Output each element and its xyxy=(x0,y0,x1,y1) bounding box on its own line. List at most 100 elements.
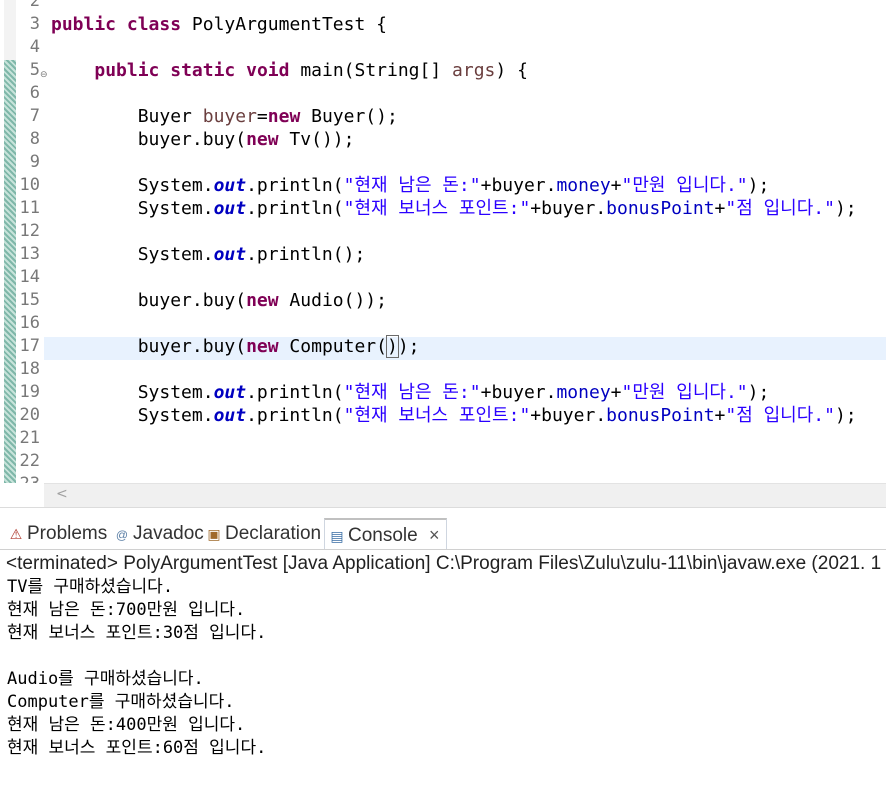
field: money xyxy=(556,382,611,403)
code-text: System. xyxy=(137,405,214,426)
string-literal: "만원 입니다." xyxy=(621,175,748,196)
code-area[interactable]: public class PolyArgumentTest { public s… xyxy=(51,0,886,427)
field: money xyxy=(556,175,611,196)
horizontal-scrollbar[interactable]: < xyxy=(44,483,886,508)
problems-icon: ⚠ xyxy=(9,526,23,542)
code-text: System. xyxy=(137,244,214,265)
code-text: buyer.buy( xyxy=(137,290,247,311)
code-text: ); xyxy=(834,198,857,219)
code-line: System.out.println("현재 보너스 포인트:"+buyer.b… xyxy=(51,404,886,427)
line-number: 14 xyxy=(19,267,40,287)
tab-declaration[interactable]: ▣ Declaration xyxy=(206,519,321,549)
keyword: static xyxy=(170,60,236,81)
tab-javadoc[interactable]: @ Javadoc xyxy=(114,519,204,549)
keyword: new xyxy=(246,129,279,150)
keyword: class xyxy=(126,14,182,35)
code-line: buyer.buy(new Audio()); xyxy=(51,289,886,312)
console-line: Computer를 구매하셨습니다. xyxy=(7,692,235,712)
tab-label: Problems xyxy=(27,523,108,544)
code-line: buyer.buy(new Computer()); xyxy=(51,335,886,358)
code-text: buyer.buy( xyxy=(137,336,247,357)
console-icon: ▤ xyxy=(330,528,344,544)
keyword: public xyxy=(94,60,160,81)
line-number: 9 xyxy=(29,152,40,172)
code-text: = xyxy=(256,106,268,127)
code-line: buyer.buy(new Tv()); xyxy=(51,128,886,151)
line-number: 23 xyxy=(14,473,40,483)
code-text: + xyxy=(610,382,622,403)
string-literal: "현재 보너스 포인트:" xyxy=(343,405,531,426)
tab-console[interactable]: ▤ Console × xyxy=(324,518,447,550)
local-variable: buyer xyxy=(202,106,257,127)
static-field: out xyxy=(213,244,247,265)
line-number: 3 xyxy=(29,14,40,34)
string-literal: "현재 남은 돈:" xyxy=(343,382,481,403)
code-text: System. xyxy=(137,175,214,196)
code-text: .println(); xyxy=(246,244,366,265)
line-number: 12 xyxy=(19,221,40,241)
static-field: out xyxy=(213,175,247,196)
line-number: 6 xyxy=(29,83,40,103)
line-number: 13 xyxy=(19,244,40,264)
line-number: 20 xyxy=(19,405,40,425)
fold-collapse-icon[interactable]: ⊖ xyxy=(40,70,48,80)
console-line: Audio를 구매하셨습니다. xyxy=(7,669,204,689)
string-literal: "점 입니다." xyxy=(725,198,835,219)
code-editor[interactable]: 2 3 4 5 6 7 8 9 10 11 12 13 14 15 16 17 … xyxy=(0,0,886,483)
console-output[interactable]: TV를 구매하셨습니다. 현재 남은 돈:700만원 입니다. 현재 보너스 포… xyxy=(7,576,886,760)
static-field: out xyxy=(213,405,247,426)
code-text: Buyer xyxy=(137,106,203,127)
string-literal: "현재 보너스 포인트:" xyxy=(343,198,531,219)
code-text: ); xyxy=(834,405,857,426)
console-line: TV를 구매하셨습니다. xyxy=(7,577,174,597)
string-literal: "만원 입니다." xyxy=(621,382,748,403)
code-text: Tv()); xyxy=(278,129,355,150)
tab-label: Javadoc xyxy=(133,523,204,544)
code-text: +buyer. xyxy=(480,382,557,403)
line-number: 10 xyxy=(19,175,40,195)
tab-label: Declaration xyxy=(225,523,322,544)
view-tabbar: ⚠ Problems @ Javadoc ▣ Declaration ▤ Console… xyxy=(0,515,886,550)
close-icon[interactable]: × xyxy=(429,525,440,545)
editor-corner xyxy=(0,483,44,507)
javadoc-icon: @ xyxy=(115,528,129,542)
line-number: 7 xyxy=(29,106,40,126)
keyword: new xyxy=(246,290,279,311)
code-text: Audio()); xyxy=(278,290,387,311)
parameter: args xyxy=(452,60,496,81)
line-number: 16 xyxy=(19,313,40,333)
string-literal: "점 입니다." xyxy=(725,405,835,426)
code-text: +buyer. xyxy=(530,405,607,426)
code-text: .println( xyxy=(246,198,344,219)
line-number: 15 xyxy=(19,290,40,310)
line-number: 19 xyxy=(19,382,40,402)
line-number: 17 xyxy=(19,336,40,356)
code-text: +buyer. xyxy=(530,198,607,219)
code-line: System.out.println("현재 남은 돈:"+buyer.mone… xyxy=(51,174,886,197)
method-signature: main(String[] xyxy=(300,60,453,81)
tab-problems[interactable]: ⚠ Problems xyxy=(8,519,108,549)
code-text: ) { xyxy=(495,60,528,81)
keyword: void xyxy=(246,60,290,81)
tab-label: Console xyxy=(348,525,418,546)
line-number-ruler: 2 3 4 5 6 7 8 9 10 11 12 13 14 15 16 17 … xyxy=(14,0,40,483)
code-text: ); xyxy=(747,382,770,403)
static-field: out xyxy=(213,198,247,219)
code-text: +buyer. xyxy=(480,175,557,196)
console-line: 현재 보너스 포인트:30점 입니다. xyxy=(7,623,267,643)
code-text: buyer.buy( xyxy=(137,129,247,150)
scroll-left-icon[interactable]: < xyxy=(56,486,68,502)
keyword: new xyxy=(267,106,301,127)
bracket-match-highlight: ) xyxy=(385,335,399,358)
keyword: public xyxy=(51,14,117,35)
line-number: 5 xyxy=(29,60,40,80)
code-text: .println( xyxy=(246,405,344,426)
class-name: PolyArgumentTest { xyxy=(191,14,387,35)
